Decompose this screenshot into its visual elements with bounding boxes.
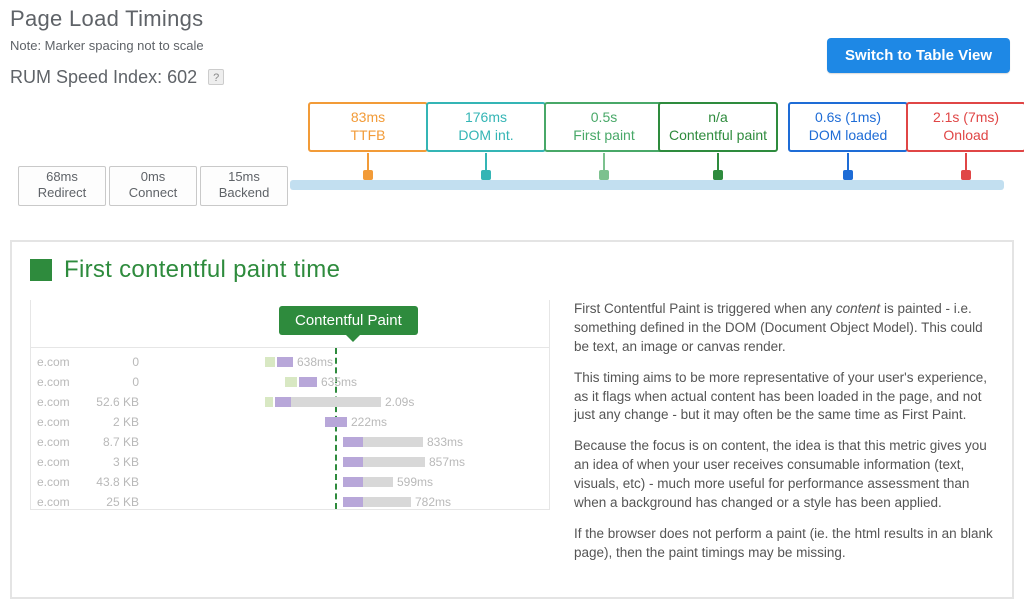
switch-to-table-button[interactable]: Switch to Table View <box>827 38 1010 73</box>
timeline-bar <box>290 180 1004 190</box>
waterfall-row: e.com0638ms <box>31 352 549 372</box>
phase-redirect[interactable]: 68msRedirect <box>18 166 106 206</box>
waterfall-row: e.com8.7 KB833ms <box>31 432 549 452</box>
help-icon[interactable]: ? <box>208 69 224 85</box>
marker-dl[interactable]: 0.6s (1ms)DOM loaded <box>788 102 908 180</box>
waterfall-row: e.com43.8 KB599ms <box>31 472 549 492</box>
phase-connect[interactable]: 0msConnect <box>109 166 197 206</box>
waterfall-row: e.com3 KB857ms <box>31 452 549 472</box>
metric-title: First contentful paint time <box>64 256 340 284</box>
waterfall-row: e.com0635ms <box>31 372 549 392</box>
marker-fp[interactable]: 0.5sFirst paint <box>544 102 664 180</box>
phase-backend[interactable]: 15msBackend <box>200 166 288 206</box>
marker-ttfb[interactable]: 83msTTFB <box>308 102 428 180</box>
marker-ol[interactable]: 2.1s (7ms)Onload <box>906 102 1024 180</box>
waterfall-chart: Contentful Paint e.com0638mse.com0635mse… <box>30 300 550 510</box>
marker-dom[interactable]: 176msDOM int. <box>426 102 546 180</box>
waterfall-row: e.com25 KB782ms <box>31 492 549 510</box>
timeline: 68msRedirect0msConnect15msBackend 83msTT… <box>10 102 1014 218</box>
contentful-paint-marker: Contentful Paint <box>279 306 418 335</box>
metric-description: First Contentful Paint is triggered when… <box>574 300 994 575</box>
waterfall-row: e.com2 KB222ms <box>31 412 549 432</box>
page-title: Page Load Timings <box>10 6 1014 32</box>
waterfall-row: e.com52.6 KB2.09s <box>31 392 549 412</box>
metric-color-swatch <box>30 259 52 281</box>
metric-detail-panel: First contentful paint time Contentful P… <box>10 240 1014 599</box>
rum-value: 602 <box>167 67 197 87</box>
marker-cp[interactable]: n/aContentful paint <box>658 102 778 180</box>
rum-label: RUM Speed Index: <box>10 67 162 87</box>
